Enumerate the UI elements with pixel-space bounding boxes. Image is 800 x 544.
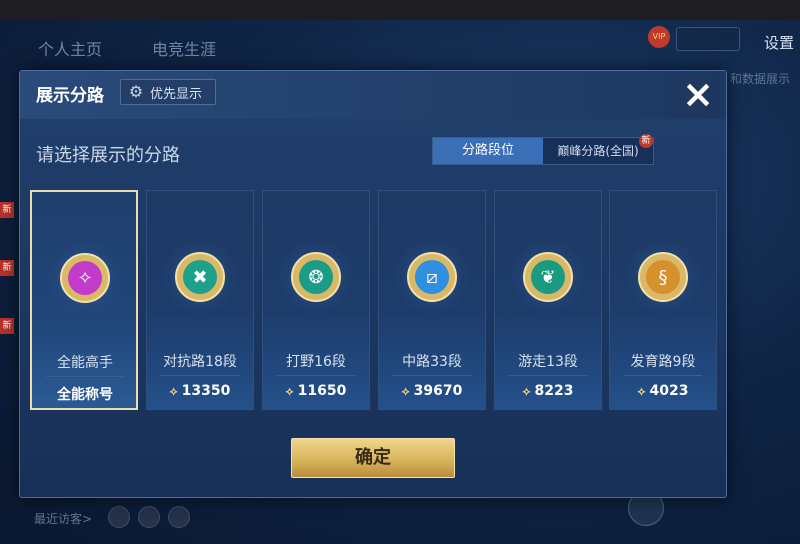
lane-card-score: ⟡ 11650 xyxy=(263,383,369,399)
recent-visitors-link[interactable]: 最近访客> xyxy=(34,510,92,527)
priority-display-button[interactable]: ⚙ 优先显示 xyxy=(120,79,216,105)
lane-mode-toggle: 分路段位 巅峰分路(全国) 新 xyxy=(432,134,654,165)
rank-points-icon: ⟡ xyxy=(637,384,646,398)
lane-card-mid-lane[interactable]: ⧄ 中路33段 ⟡ 39670 xyxy=(378,190,486,410)
lane-card-score: ⟡ 39670 xyxy=(379,383,485,399)
new-badge-icon: 新 xyxy=(0,260,14,276)
lane-card-farm-lane[interactable]: § 发育路9段 ⟡ 4023 xyxy=(609,190,717,410)
svg-text:❦: ❦ xyxy=(540,267,555,288)
lane-card-score: 全能称号 xyxy=(32,384,138,404)
rank-points-icon: ⟡ xyxy=(522,384,531,398)
vip-icon: VIP xyxy=(648,26,670,48)
lane-card-score-value: 39670 xyxy=(413,383,463,399)
lane-card-name: 中路33段 xyxy=(402,354,462,370)
roam-emblem-icon: ❦ xyxy=(523,252,573,302)
card-divider xyxy=(509,375,587,376)
lane-card-score-value: 11650 xyxy=(297,383,347,399)
lane-card-score: ⟡ 13350 xyxy=(147,383,253,399)
rank-points-icon: ⟡ xyxy=(285,384,294,398)
card-divider xyxy=(161,375,239,376)
lane-card-score-value: 全能称号 xyxy=(57,387,113,403)
select-lane-prompt: 请选择展示的分路 xyxy=(36,145,180,166)
rank-points-icon: ⟡ xyxy=(169,384,178,398)
lane-card-jungle[interactable]: ❂ 打野16段 ⟡ 11650 xyxy=(262,190,370,410)
lane-card-score-value: 13350 xyxy=(181,383,231,399)
jungle-emblem-icon: ❂ xyxy=(291,252,341,302)
svg-text:§: § xyxy=(659,267,668,288)
new-badge-icon: 新 xyxy=(0,202,14,218)
all-round-emblem-icon: ✧ xyxy=(60,253,110,303)
lane-card-name: 发育路9段 xyxy=(630,354,696,370)
mid-lane-emblem-icon: ⧄ xyxy=(407,252,457,302)
tab-personal-home[interactable]: 个人主页 xyxy=(38,36,102,60)
lane-card-name: 游走13段 xyxy=(518,354,578,370)
clash-lane-emblem-icon: ✖ xyxy=(175,252,225,302)
visitor-avatar[interactable] xyxy=(138,506,160,528)
data-display-text: 和数据展示 xyxy=(730,72,791,86)
card-divider xyxy=(46,376,124,377)
tab-esports-career[interactable]: 电竞生涯 xyxy=(152,36,216,60)
lane-card-name: 打野16段 xyxy=(286,354,346,370)
lane-card-roam[interactable]: ❦ 游走13段 ⟡ 8223 xyxy=(494,190,602,410)
lane-card-score: ⟡ 8223 xyxy=(495,383,601,399)
card-divider xyxy=(277,375,355,376)
top-bar xyxy=(0,0,800,20)
lane-card-all-round[interactable]: ✧ 全能高手全能称号 xyxy=(30,190,138,410)
svg-text:✧: ✧ xyxy=(77,268,92,289)
close-icon[interactable]: × xyxy=(678,74,718,114)
lane-card-clash-lane[interactable]: ✖ 对抗路18段 ⟡ 13350 xyxy=(146,190,254,410)
lane-card-name: 全能高手 xyxy=(57,355,113,371)
lane-card-name: 对抗路18段 xyxy=(163,354,237,370)
svg-text:⧄: ⧄ xyxy=(426,267,437,288)
vip-badge xyxy=(676,27,740,51)
priority-display-label: 优先显示 xyxy=(150,87,203,102)
visitor-avatar[interactable] xyxy=(168,506,190,528)
card-divider xyxy=(624,375,702,376)
lane-card-score: ⟡ 4023 xyxy=(610,383,716,399)
segment-lane-rank[interactable]: 分路段位 xyxy=(433,138,543,164)
rank-points-icon: ⟡ xyxy=(401,384,410,398)
confirm-button[interactable]: 确定 xyxy=(291,438,455,478)
lane-card-score-value: 8223 xyxy=(534,383,574,399)
visitor-avatar[interactable] xyxy=(108,506,130,528)
lane-display-dialog: 展示分路 ⚙ 优先显示 × 请选择展示的分路 分路段位 巅峰分路(全国) 新 ✧… xyxy=(19,70,727,498)
settings-button[interactable]: 设置 xyxy=(764,32,794,53)
svg-text:❂: ❂ xyxy=(308,267,323,288)
new-badge-icon: 新 xyxy=(0,318,14,334)
segment-peak-lane[interactable]: 巅峰分路(全国) xyxy=(543,138,653,164)
svg-text:✖: ✖ xyxy=(192,267,207,288)
dialog-header: 展示分路 ⚙ 优先显示 × xyxy=(20,71,726,119)
gear-icon: ⚙ xyxy=(128,82,144,101)
new-badge-icon: 新 xyxy=(639,134,653,148)
card-divider xyxy=(393,375,471,376)
lane-card-score-value: 4023 xyxy=(649,383,689,399)
farm-lane-emblem-icon: § xyxy=(638,252,688,302)
dialog-title: 展示分路 xyxy=(36,86,104,106)
